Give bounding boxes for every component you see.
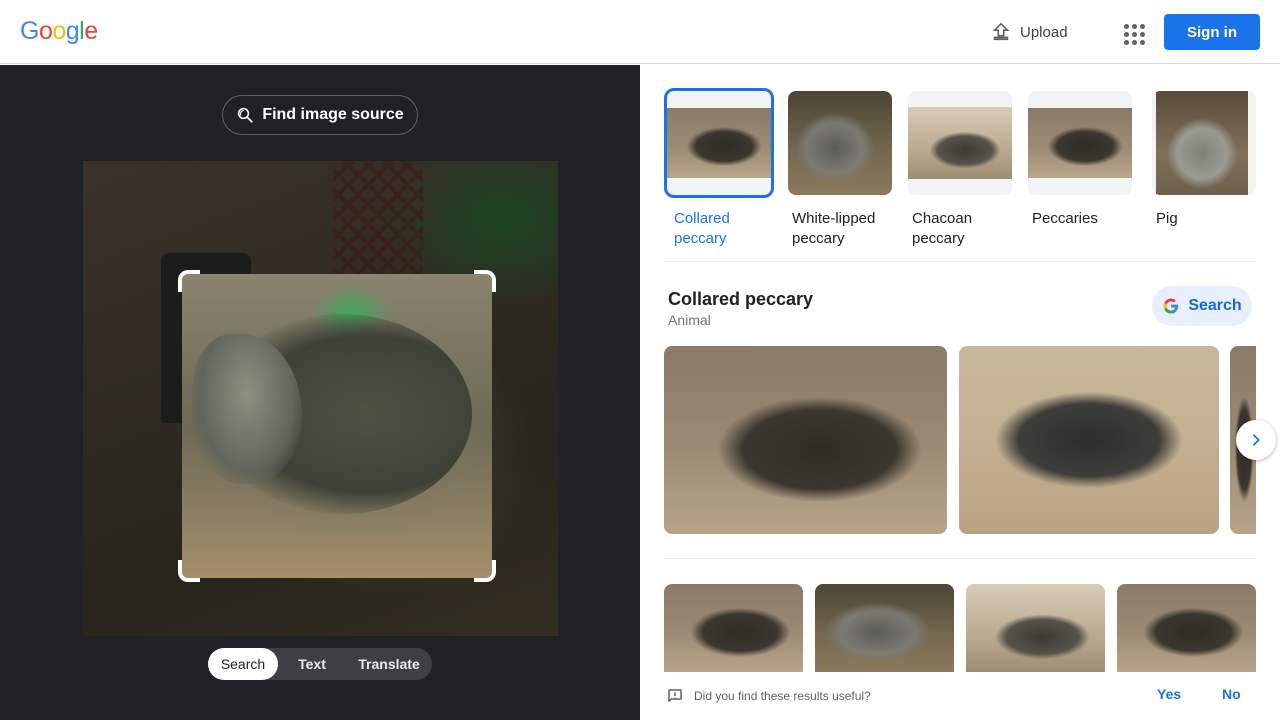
upload-icon [992,22,1010,41]
sign-in-button[interactable]: Sign in [1164,14,1260,50]
upload-label: Upload [1020,23,1068,41]
query-image [83,161,558,636]
chip-thumbnail [1152,91,1256,195]
divider [664,558,1256,559]
google-logo[interactable]: Google [20,17,98,46]
feedback-bar: Did you find these results useful? Yes N… [640,676,1280,720]
entity-search-label: Search [1188,297,1242,314]
crop-handle-top-left[interactable] [178,270,200,292]
selected-region[interactable] [182,274,492,578]
visual-match-image[interactable] [664,584,803,672]
chip-pig[interactable]: Pig [1152,91,1260,229]
chip-thumbnail [664,88,774,198]
carousel-next-button[interactable] [1236,420,1276,460]
logo-letter: e [84,17,98,45]
result-image[interactable] [959,346,1219,534]
google-g-icon [1163,298,1179,314]
entity-title: Collared peccary [668,289,814,309]
visual-match-image[interactable] [815,584,954,672]
results-panel: Collared peccary White-lipped peccary Ch… [640,65,1280,720]
logo-letter: G [20,17,39,45]
chip-thumbnail [788,91,892,195]
visual-match-image[interactable] [966,584,1105,672]
chip-label: Peccaries [1032,210,1098,227]
logo-letter: o [38,17,53,45]
chip-collared-peccary[interactable]: Collared peccary [664,88,775,249]
tab-translate[interactable]: Translate [346,648,432,680]
crop-handle-bottom-right[interactable] [474,560,496,582]
chip-thumbnail [1028,91,1132,195]
chip-label: Chacoan peccary [912,210,973,247]
top-bar: Google Upload Sign in [0,0,1280,64]
entity-search-button[interactable]: Search [1152,286,1252,326]
feedback-no-button[interactable]: No [1222,686,1241,702]
result-image[interactable] [664,346,947,534]
crop-handle-bottom-left[interactable] [178,560,200,582]
chevron-right-icon [1253,434,1260,446]
chip-label: Pig [1156,210,1178,227]
divider [664,261,1256,262]
find-image-source-button[interactable]: Find image source [222,95,418,135]
entity-chips: Collared peccary White-lipped peccary Ch… [664,88,1256,247]
chip-thumbnail [908,91,1012,195]
logo-letter: o [52,17,66,45]
entity-subtitle: Animal [668,312,711,328]
find-image-source-label: Find image source [262,106,404,123]
upload-button[interactable]: Upload [990,16,1068,48]
logo-letter: g [65,17,80,45]
apps-grid-icon[interactable] [1118,18,1146,46]
lens-search-icon [238,107,253,123]
visual-match-image[interactable] [1117,584,1256,672]
chip-label: Collared peccary [674,210,730,247]
chip-white-lipped-peccary[interactable]: White-lipped peccary [788,91,896,249]
feedback-yes-button[interactable]: Yes [1157,686,1181,702]
tab-text[interactable]: Text [278,648,346,680]
tab-search[interactable]: Search [208,648,278,680]
crop-handle-top-right[interactable] [474,270,496,292]
chip-label: White-lipped peccary [792,210,876,247]
chip-chacoan-peccary[interactable]: Chacoan peccary [908,91,1016,249]
image-preview-panel: Find image source Search Text Translate [0,65,640,720]
chip-peccaries[interactable]: Peccaries [1028,91,1136,229]
feedback-icon [668,689,682,702]
feedback-question: Did you find these results useful? [694,689,871,703]
mode-switcher: Search Text Translate [208,648,432,680]
